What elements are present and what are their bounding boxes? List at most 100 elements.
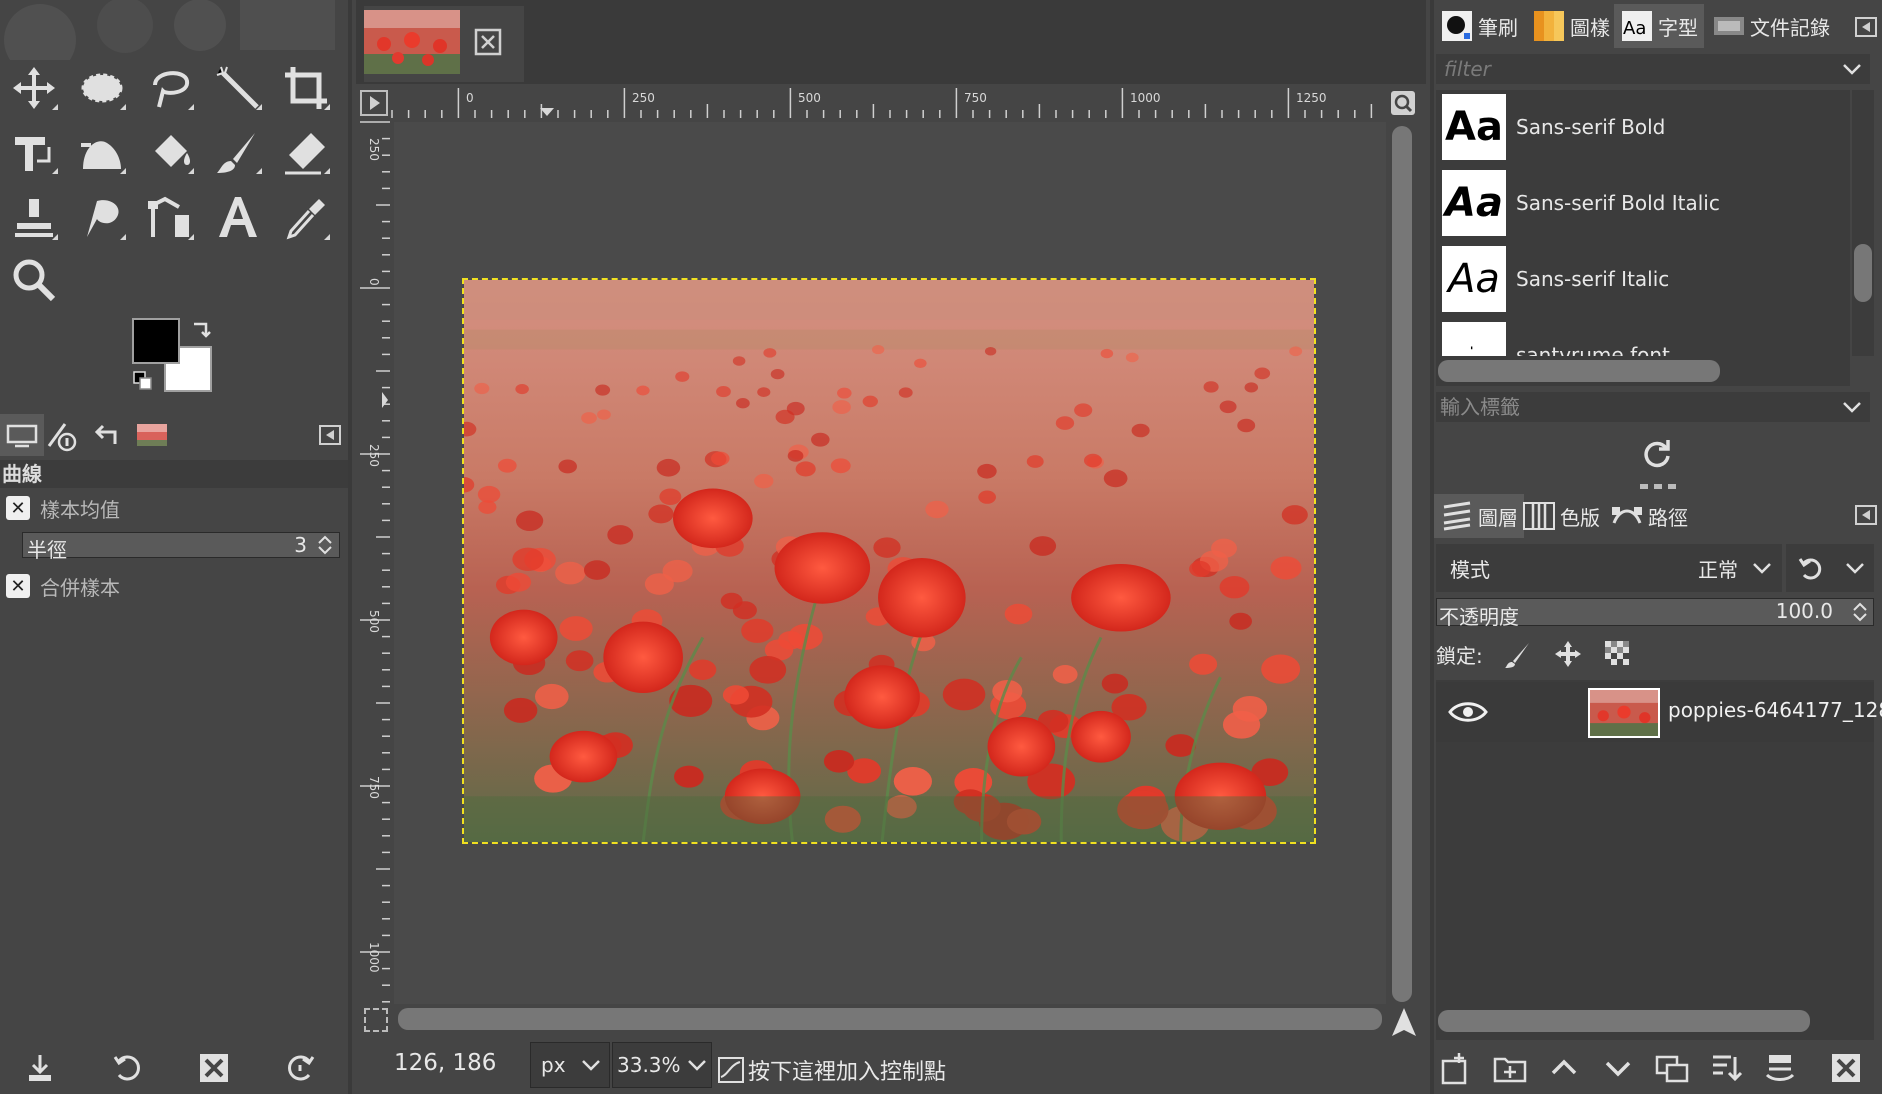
sample-average-checkbox[interactable]: ✕ [6, 496, 30, 520]
smudge-icon[interactable] [68, 186, 136, 250]
duplicate-layer-icon[interactable] [1652, 1048, 1692, 1088]
resource-dock-collapse-icon[interactable] [1854, 16, 1878, 38]
restore-options-icon[interactable] [106, 1046, 150, 1090]
tab-layers[interactable]: 圖層 [1434, 494, 1524, 538]
tab-fonts[interactable]: Aa 字型 [1614, 4, 1704, 48]
tab-channels[interactable]: 色版 [1516, 494, 1606, 538]
eye-icon[interactable] [1448, 699, 1488, 725]
opacity-spin-icon[interactable] [1849, 600, 1871, 624]
canvas-horizontal-scrollbar[interactable] [394, 1006, 1386, 1034]
tab-channels-label: 色版 [1560, 505, 1600, 530]
layer-list-horizontal-scrollbar[interactable] [1436, 1006, 1874, 1036]
swap-colors-icon[interactable] [190, 320, 212, 342]
font-list-horizontal-scrollbar[interactable] [1436, 356, 1850, 386]
font-filter-input[interactable]: filter [1436, 54, 1870, 84]
lock-pixels-icon[interactable] [1503, 639, 1533, 669]
delete-options-icon[interactable] [192, 1046, 236, 1090]
zoom-value[interactable]: 33.3% [617, 1053, 681, 1077]
raise-layer-icon[interactable] [1544, 1048, 1584, 1088]
default-colors-icon[interactable] [132, 370, 154, 392]
clone-stamp-icon[interactable] [0, 186, 68, 250]
paths-tool-icon[interactable] [136, 186, 204, 250]
move-tool-icon[interactable] [0, 56, 68, 120]
pattern-preview-icon [1534, 11, 1564, 41]
radius-spinbox[interactable]: 半徑 3 [22, 532, 340, 562]
font-item[interactable]: Aa Sans-serif Bold [1442, 92, 1842, 162]
reset-options-icon[interactable] [278, 1046, 322, 1090]
bucket-fill-icon[interactable] [136, 120, 204, 184]
warp-transform-icon[interactable] [68, 120, 136, 184]
canvas-vertical-scrollbar[interactable] [1388, 122, 1416, 1004]
device-status-tab-icon[interactable] [40, 414, 84, 456]
foreground-color-swatch[interactable] [132, 318, 180, 364]
image-canvas-poppies[interactable] [462, 278, 1316, 844]
images-tab-icon[interactable] [130, 414, 174, 456]
font-item[interactable]: Aa Sans-serif Bold Italic [1442, 168, 1842, 238]
lock-position-icon[interactable] [1553, 639, 1583, 669]
font-preview: Aa [1442, 94, 1506, 160]
new-layer-group-icon[interactable] [1490, 1048, 1530, 1088]
image-tab-thumbnail[interactable] [364, 10, 460, 74]
color-picker-icon[interactable] [272, 186, 340, 250]
free-select-icon[interactable] [136, 56, 204, 120]
sample-merged-checkbox[interactable]: ✕ [6, 574, 30, 598]
refresh-fonts-icon[interactable] [1640, 436, 1674, 470]
font-item[interactable]: Aa Sans-serif Italic [1442, 244, 1842, 314]
chevron-down-icon [1753, 563, 1771, 574]
paintbrush-icon[interactable] [204, 120, 272, 184]
font-list[interactable]: Aa Sans-serif Bold Aa Sans-serif Bold It… [1436, 90, 1850, 356]
quick-mask-toggle[interactable] [364, 1008, 388, 1032]
tool-dock-collapse-icon[interactable] [318, 424, 342, 446]
brush-preview-icon [1442, 11, 1472, 41]
document-history-icon [1714, 17, 1744, 35]
new-layer-icon[interactable] [1436, 1048, 1476, 1088]
anchor-layer-icon[interactable] [1760, 1048, 1800, 1088]
ruler-corner-menu[interactable] [360, 90, 388, 116]
ellipse-select-icon[interactable] [68, 56, 136, 120]
tab-brushes[interactable]: 筆刷 [1434, 4, 1524, 48]
zoom-fit-icon[interactable] [1388, 1006, 1420, 1038]
save-options-icon[interactable] [18, 1046, 62, 1090]
tab-paths[interactable]: 路徑 [1604, 494, 1694, 538]
layer-mode-selector[interactable]: 模式 正常 [1436, 544, 1782, 592]
layer-name[interactable]: poppies-6464177_128 [1668, 698, 1882, 722]
tab-document-history-label: 文件記錄 [1750, 15, 1830, 40]
opacity-spinbox[interactable]: 不透明度 100.0 [1436, 598, 1874, 629]
layer-thumbnail[interactable] [1588, 688, 1660, 738]
font-filter-placeholder: filter [1444, 57, 1491, 81]
tool-options-actions [0, 1040, 348, 1094]
font-item[interactable]: ฺ่ santvrume font [1442, 320, 1842, 356]
zoom-selector[interactable]: 33.3% [612, 1042, 712, 1088]
merge-layer-icon[interactable] [1706, 1048, 1746, 1088]
unified-transform-icon[interactable] [0, 120, 68, 184]
eraser-icon[interactable] [272, 120, 340, 184]
layer-composite-selector[interactable] [1786, 544, 1874, 592]
ruler-h-label-250: 250 [632, 91, 655, 105]
radius-label: 半徑 [27, 538, 67, 562]
image-tab-close-icon[interactable] [474, 28, 502, 56]
delete-layer-icon[interactable] [1826, 1048, 1866, 1088]
lower-layer-icon[interactable] [1598, 1048, 1638, 1088]
horizontal-ruler[interactable]: 0 250 500 750 1000 1250 [390, 88, 1380, 118]
fuzzy-select-icon[interactable] [204, 56, 272, 120]
font-tag-input[interactable]: 輸入標籤 [1436, 392, 1870, 422]
sample-merged-option[interactable]: ✕ 合併樣本 [0, 566, 348, 606]
radius-spin-icon[interactable] [313, 533, 337, 557]
dock-separator-handle[interactable] [1640, 484, 1676, 490]
zoom-tool-icon[interactable] [0, 248, 68, 312]
vertical-ruler[interactable]: 250 0 250 500 750 1000 [360, 118, 390, 1008]
chevron-down-icon[interactable] [1842, 401, 1862, 413]
tab-document-history[interactable]: 文件記錄 [1706, 4, 1836, 48]
text-tool-icon[interactable] [204, 186, 272, 250]
sample-average-option[interactable]: ✕ 樣本均值 [0, 488, 348, 528]
undo-history-tab-icon[interactable] [84, 414, 128, 456]
lock-alpha-icon[interactable] [1603, 639, 1633, 669]
navigate-icon[interactable] [1390, 90, 1416, 116]
layer-dock-collapse-icon[interactable] [1854, 504, 1878, 526]
tool-options-tab-icon[interactable] [0, 414, 44, 456]
chevron-down-icon[interactable] [1842, 63, 1862, 75]
unit-selector[interactable]: px [530, 1042, 610, 1088]
crop-tool-icon[interactable] [272, 56, 340, 120]
font-list-vertical-scrollbar[interactable] [1852, 90, 1874, 356]
tab-patterns[interactable]: 圖樣 [1526, 4, 1616, 48]
